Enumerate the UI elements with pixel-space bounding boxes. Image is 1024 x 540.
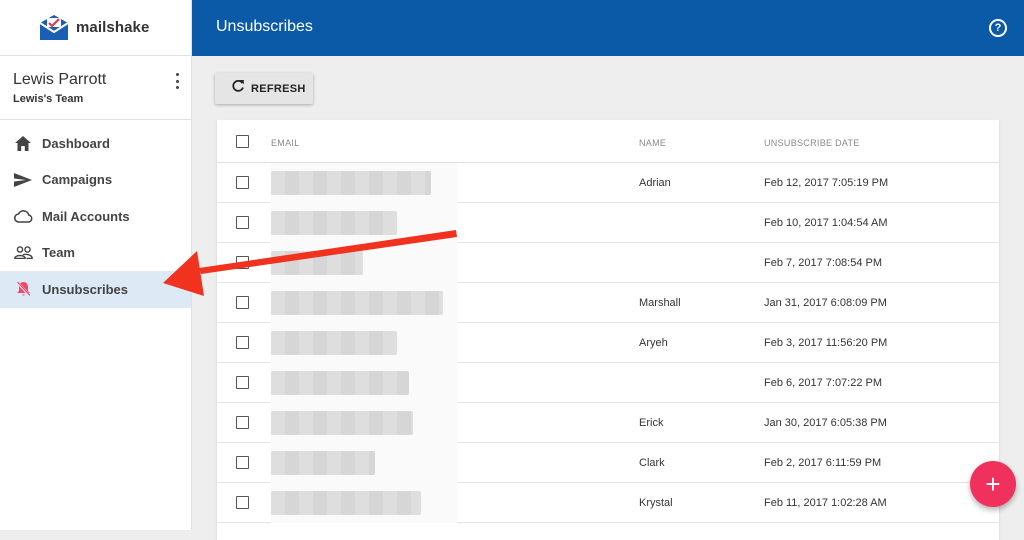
home-icon — [13, 133, 33, 153]
table-row[interactable]: Adrian Feb 12, 2017 7:05:19 PM — [217, 163, 999, 203]
sidebar-item-team[interactable]: Team — [0, 235, 191, 272]
user-panel: Lewis Parrott Lewis's Team — [0, 56, 191, 120]
email-redacted — [271, 331, 397, 355]
row-name: Clark — [639, 457, 665, 469]
table-row[interactable]: Feb 6, 2017 7:07:22 PM — [217, 363, 999, 403]
row-checkbox[interactable] — [236, 336, 249, 349]
sidebar-nav: Dashboard Campaigns Mail Accounts Team U… — [0, 120, 191, 308]
sidebar-item-label: Mail Accounts — [42, 208, 130, 224]
sidebar-item-label: Team — [42, 245, 75, 261]
table-row[interactable]: Marshall Jan 31, 2017 6:08:09 PM — [217, 283, 999, 323]
row-name: Aryeh — [639, 337, 668, 349]
logo[interactable]: mailshake — [0, 0, 191, 56]
mailshake-logo-icon — [38, 14, 70, 42]
row-date: Feb 2, 2017 6:11:59 PM — [764, 457, 882, 469]
row-date: Jan 30, 2017 6:05:38 PM — [764, 417, 887, 429]
select-all-checkbox[interactable] — [236, 135, 249, 148]
row-checkbox[interactable] — [236, 376, 249, 389]
table-row[interactable]: Aryeh Feb 3, 2017 11:56:20 PM — [217, 323, 999, 363]
unsubscribes-table: EMAIL NAME UNSUBSCRIBE DATE Adrian Feb 1… — [217, 120, 999, 540]
more-options-icon[interactable] — [173, 73, 181, 89]
email-redacted — [271, 251, 363, 275]
row-date: Feb 3, 2017 11:56:20 PM — [764, 337, 888, 349]
column-header-date[interactable]: UNSUBSCRIBE DATE — [764, 138, 860, 148]
row-checkbox[interactable] — [236, 416, 249, 429]
row-checkbox[interactable] — [236, 296, 249, 309]
row-checkbox[interactable] — [236, 456, 249, 469]
bell-off-icon — [13, 279, 33, 299]
row-name: Krystal — [639, 497, 673, 509]
email-redacted — [271, 211, 397, 235]
sidebar: mailshake Lewis Parrott Lewis's Team Das… — [0, 0, 192, 530]
refresh-button[interactable]: REFRESH — [215, 73, 313, 104]
table-row[interactable]: Erick Jan 30, 2017 6:05:38 PM — [217, 403, 999, 443]
row-name: Erick — [639, 417, 664, 429]
logo-text: mailshake — [76, 19, 150, 36]
sidebar-item-dashboard[interactable]: Dashboard — [0, 125, 191, 162]
page-title: Unsubscribes — [216, 18, 313, 35]
email-redacted — [271, 371, 409, 395]
table-row[interactable]: Krystal Feb 11, 2017 1:02:28 AM — [217, 483, 999, 523]
row-name: Adrian — [639, 177, 671, 189]
row-checkbox[interactable] — [236, 256, 249, 269]
row-date: Feb 10, 2017 1:04:54 AM — [764, 217, 888, 229]
email-redacted — [271, 491, 421, 515]
row-date: Feb 7, 2017 7:08:54 PM — [764, 257, 883, 269]
row-checkbox[interactable] — [236, 216, 249, 229]
sidebar-item-label: Unsubscribes — [42, 281, 128, 297]
sidebar-item-unsubscribes[interactable]: Unsubscribes — [0, 271, 191, 308]
column-header-name[interactable]: NAME — [639, 138, 666, 148]
table-row[interactable]: Feb 10, 2017 1:04:54 AM — [217, 203, 999, 243]
cloud-icon — [13, 206, 33, 226]
table-row[interactable]: Feb 7, 2017 7:08:54 PM — [217, 243, 999, 283]
refresh-icon — [231, 79, 245, 98]
row-date: Feb 12, 2017 7:05:19 PM — [764, 177, 889, 189]
table-header: EMAIL NAME UNSUBSCRIBE DATE — [217, 120, 999, 163]
email-redacted — [271, 291, 443, 315]
row-date: Feb 6, 2017 7:07:22 PM — [764, 377, 883, 389]
sidebar-item-label: Dashboard — [42, 135, 110, 151]
row-date: Feb 11, 2017 1:02:28 AM — [764, 497, 887, 509]
row-checkbox[interactable] — [236, 176, 249, 189]
sidebar-item-mail-accounts[interactable]: Mail Accounts — [0, 198, 191, 235]
refresh-label: REFRESH — [251, 82, 306, 95]
help-icon[interactable]: ? — [989, 19, 1007, 37]
row-date: Jan 31, 2017 6:08:09 PM — [764, 297, 887, 309]
row-name: Marshall — [639, 297, 681, 309]
sidebar-item-label: Campaigns — [42, 172, 113, 188]
send-icon — [13, 170, 33, 190]
email-redacted — [271, 451, 375, 475]
add-fab-button[interactable]: + — [970, 461, 1016, 507]
email-redacted — [271, 171, 431, 195]
user-team: Lewis's Team — [13, 93, 84, 105]
people-icon — [13, 243, 33, 263]
table-row[interactable]: Clark Feb 2, 2017 6:11:59 PM — [217, 443, 999, 483]
sidebar-item-campaigns[interactable]: Campaigns — [0, 162, 191, 199]
email-redacted — [271, 411, 413, 435]
user-name: Lewis Parrott — [13, 71, 107, 88]
column-header-email[interactable]: EMAIL — [271, 138, 300, 148]
app-header: Unsubscribes ? — [192, 0, 1024, 56]
row-checkbox[interactable] — [236, 496, 249, 509]
